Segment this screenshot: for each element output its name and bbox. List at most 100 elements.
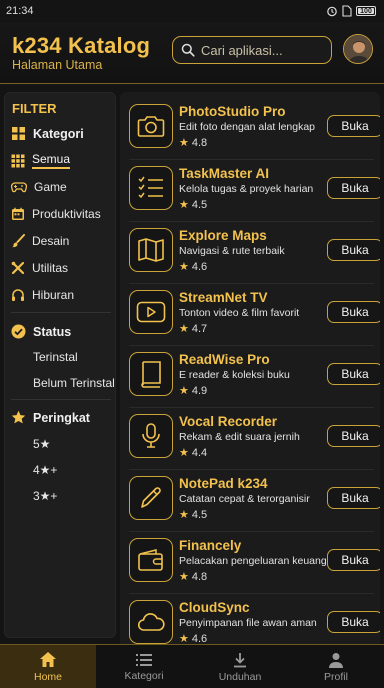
calendar-icon [12,207,24,220]
filter-item-utilitas[interactable]: Utilitas [11,261,68,275]
grid-icon [12,127,25,140]
star-icon: ★ [179,137,189,149]
book-icon [141,361,161,388]
search-input[interactable] [201,42,321,58]
battery-icon: 100 [356,6,376,16]
app-rating: ★ 4.6 [179,260,208,274]
star-icon: ★ [179,571,189,583]
tools-icon [11,261,25,275]
filter-item-hiburan[interactable]: Hiburan [11,288,74,302]
filter-item-label: Produktivitas [32,207,101,221]
gamepad-icon [11,182,27,193]
app-rating: ★ 4.9 [179,384,208,398]
rating-value: 4.4 [191,446,208,459]
list-item[interactable]: Explore Maps Navigasi & rute terbaik ★ 4.… [120,222,380,284]
star-icon: ★ [179,385,189,397]
nav-kategori[interactable]: Kategori [96,645,192,688]
list-item[interactable]: TaskMaster AI Kelola tugas & proyek hari… [120,160,380,222]
filter-item-label: Belum Terinstal [33,376,115,390]
rating-value: 4.6 [191,260,208,273]
app-description: Pelacakan pengeluaran keuangan [179,555,339,567]
filter-item-label: 4★+ [33,463,58,477]
open-button[interactable]: Buka [327,425,380,447]
app-name: NotePad k234 [179,476,268,491]
filter-item-belum-terinstal[interactable]: Belum Terinstal [33,376,115,390]
nav-unduhan[interactable]: Unduhan [192,645,288,688]
cloud-icon [137,613,165,631]
filter-divider [11,312,111,313]
filter-item-game[interactable]: Game [11,180,67,194]
nav-label: Unduhan [218,670,262,683]
open-button[interactable]: Buka [327,611,380,633]
page-subtitle: Halaman Utama [12,58,103,72]
map-icon [138,238,164,262]
list-icon [136,653,152,666]
app-description: E reader & koleksi buku [179,369,290,381]
app-icon-frame [129,228,173,272]
rating-value: 4.5 [191,508,208,521]
filter-item-label: 5★ [33,437,51,451]
app-rating: ★ 4.8 [179,136,207,150]
filter-item-semua[interactable]: Semua [11,152,71,169]
search-box[interactable] [172,36,332,64]
nav-home[interactable]: Home [0,645,96,688]
alarm-icon [327,6,337,17]
rating-value: 4.7 [191,322,208,335]
list-item[interactable]: ReadWise Pro E reader & koleksi buku ★ 4.… [120,346,380,408]
filter-item-label: Hiburan [32,288,75,302]
app-description: Kelola tugas & proyek harian [179,183,314,195]
app-header: k234 Katalog Halaman Utama [0,22,384,84]
list-item[interactable]: Financely Pelacakan pengeluaran keuangan… [120,532,380,594]
app-name: CloudSync [179,600,250,615]
open-button[interactable]: Buka [327,239,380,261]
open-button[interactable]: Buka [327,549,380,571]
open-button[interactable]: Buka [327,115,380,137]
checklist-icon [138,176,163,199]
brush-icon [11,234,25,248]
filter-item-rating-5[interactable]: 5★ [33,437,50,451]
app-rating: ★ 4.5 [179,198,207,212]
app-name: Financely [179,538,242,553]
open-button[interactable]: Buka [327,487,380,509]
app-title: k234 Katalog [12,33,151,58]
list-item[interactable]: StreamNet TV Tonton video & film favorit… [120,284,380,346]
filter-item-label: 3★+ [33,489,58,503]
filter-item-desain[interactable]: Desain [11,234,69,248]
app-description: Rekam & edit suara jernih [179,431,300,443]
star-icon: ★ [179,447,189,459]
camera-icon [137,116,165,137]
sim-icon [342,5,352,17]
app-description: Navigasi & rute terbaik [179,245,285,257]
filter-title: FILTER [12,101,57,116]
list-item[interactable]: PhotoStudio Pro Edit foto dengan alat le… [120,98,380,160]
list-item[interactable]: Vocal Recorder Rekam & edit suara jernih… [120,408,380,470]
filter-item-label: Terinstal [33,350,78,364]
apps-grid-icon [11,154,25,167]
filter-item-label: Utilitas [32,261,69,275]
open-button[interactable]: Buka [327,177,380,199]
filter-item-rating-4[interactable]: 4★+ [33,463,57,477]
download-icon [234,652,246,667]
app-icon-frame [129,414,173,458]
filter-item-produktivitas[interactable]: Produktivitas [11,207,101,221]
app-icon-frame [129,352,173,396]
app-name: ReadWise Pro [179,352,270,367]
nav-profil[interactable]: Profil [288,645,384,688]
app-description: Penyimpanan file awan aman [179,617,317,629]
battery-level: 100 [360,7,372,15]
avatar[interactable] [343,34,373,64]
open-button[interactable]: Buka [327,363,380,385]
bottom-nav: Home Kategori Unduhan Profil [0,644,384,688]
person-icon [329,652,343,668]
filter-item-terinstal[interactable]: Terinstal [33,350,78,364]
list-item[interactable]: NotePad k234 Catatan cepat & terorganisi… [120,470,380,532]
app-rating: ★ 4.5 [179,508,208,522]
filter-item-rating-3[interactable]: 3★+ [33,489,57,503]
app-icon-frame [129,538,173,582]
open-button[interactable]: Buka [327,301,380,323]
rating-value: 4.9 [191,384,208,397]
app-icon-frame [129,166,173,210]
filter-item-label: Semua [32,152,71,169]
rating-heading: Peringkat [11,410,90,425]
rating-value: 4.8 [191,570,208,583]
